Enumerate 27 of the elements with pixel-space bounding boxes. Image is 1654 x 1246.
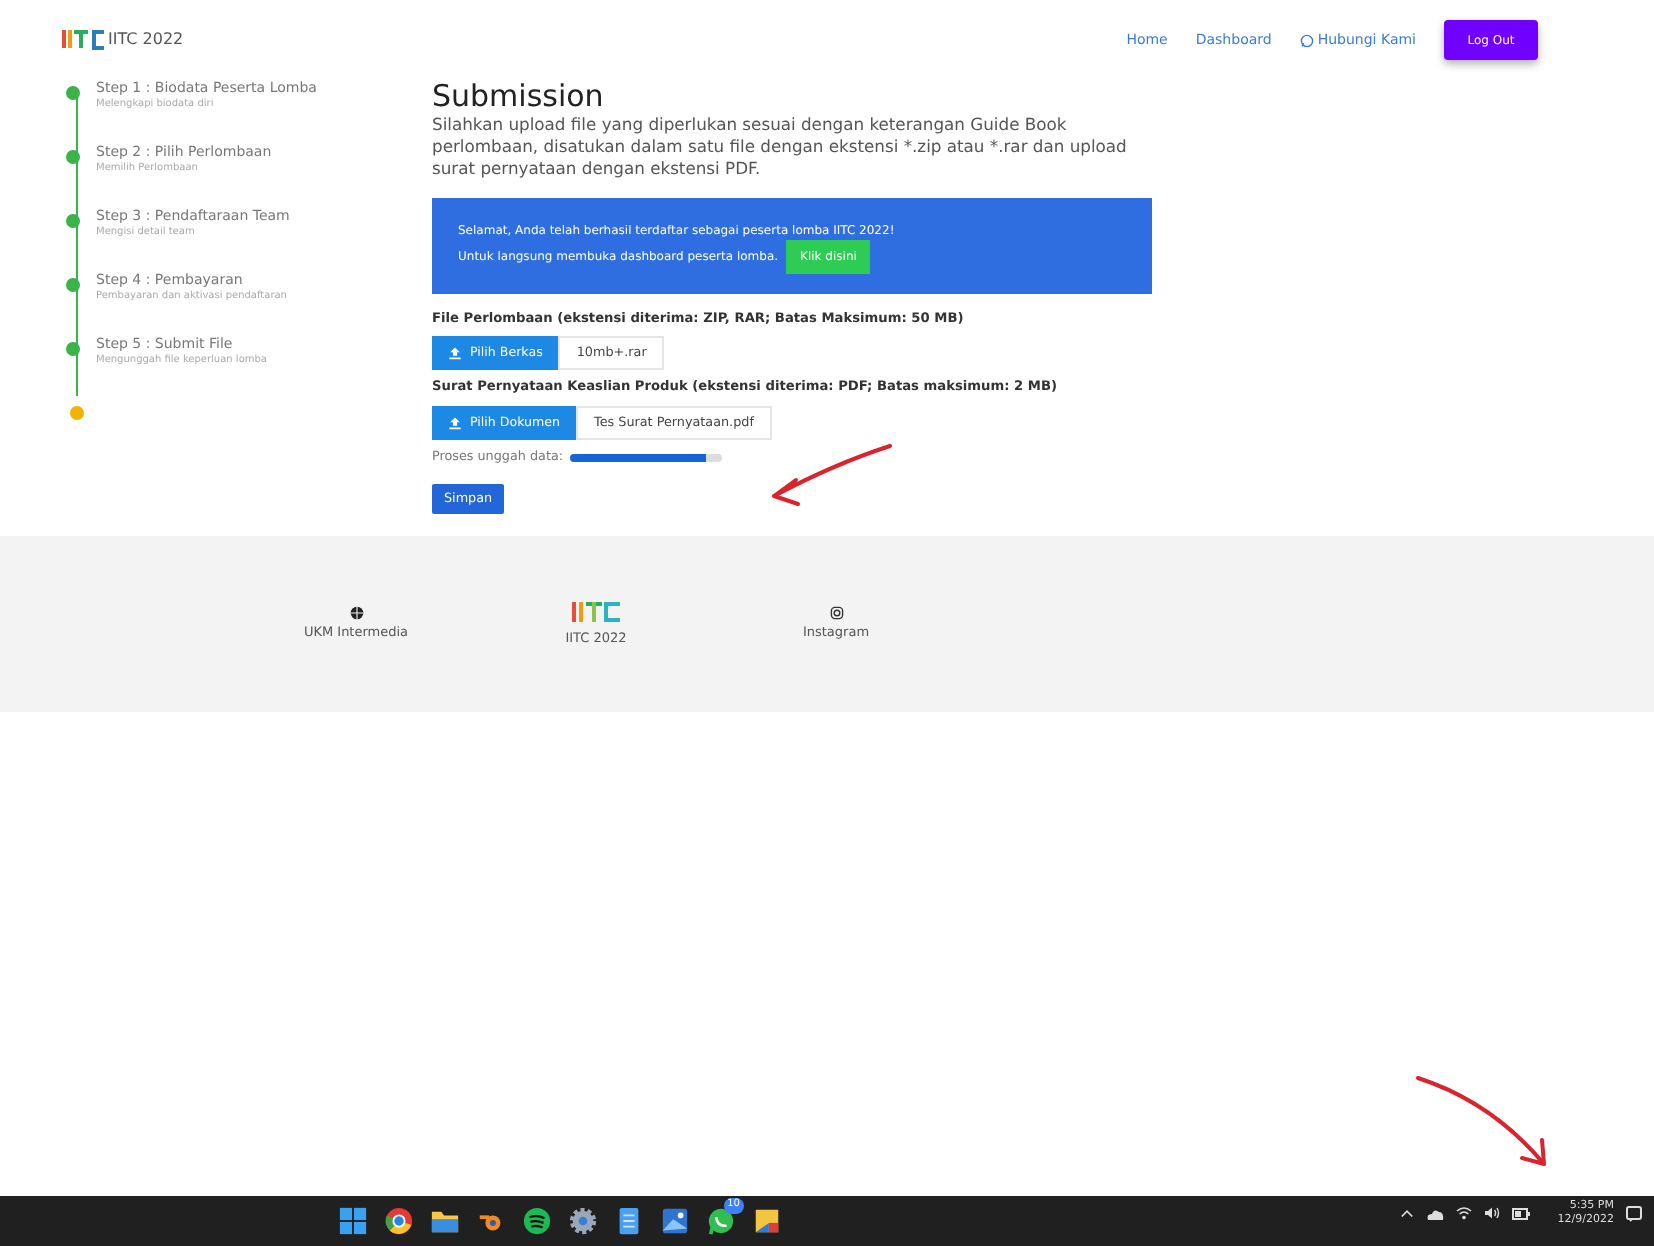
logo-icon: [60, 28, 108, 52]
wifi-icon[interactable]: [1455, 1206, 1472, 1221]
gear-icon[interactable]: [568, 1206, 598, 1236]
notepad-icon[interactable]: [614, 1206, 644, 1236]
globe-icon: [349, 605, 363, 620]
chat-icon: [1299, 33, 1314, 47]
browser-icon[interactable]: [384, 1206, 414, 1236]
page-heading: Submission: [432, 80, 606, 113]
description-text: Silahkan upload file yang diperlukan sesuai dengan keterangan Guide Book perlombaan, disatukan dalam satu file dengan ekstensi *.zip atau *.rar dan upload surat pernyataan dengan ekstensi PDF.: [432, 113, 1129, 182]
upload-icon: [448, 346, 462, 361]
photos-icon[interactable]: [660, 1206, 690, 1236]
chat-icon[interactable]: [706, 1206, 736, 1236]
brand-name[interactable]: IITC 2022: [108, 28, 184, 52]
windows-icon[interactable]: [338, 1206, 368, 1236]
instagram-icon: [829, 605, 843, 620]
battery-icon[interactable]: [1511, 1207, 1530, 1220]
speaker-icon[interactable]: [1483, 1206, 1500, 1221]
cloud-icon[interactable]: [1425, 1207, 1444, 1220]
step-end-dot: [70, 406, 84, 420]
folder-icon[interactable]: [430, 1206, 460, 1236]
annotation-arrow: [1412, 1072, 1552, 1172]
upload-icon: [448, 416, 462, 431]
paint-icon[interactable]: [752, 1206, 782, 1236]
logo-icon: [566, 598, 626, 627]
notification-icon[interactable]: [1626, 1205, 1642, 1222]
chevron-up-icon[interactable]: [1399, 1208, 1414, 1219]
music-icon[interactable]: [522, 1206, 552, 1236]
